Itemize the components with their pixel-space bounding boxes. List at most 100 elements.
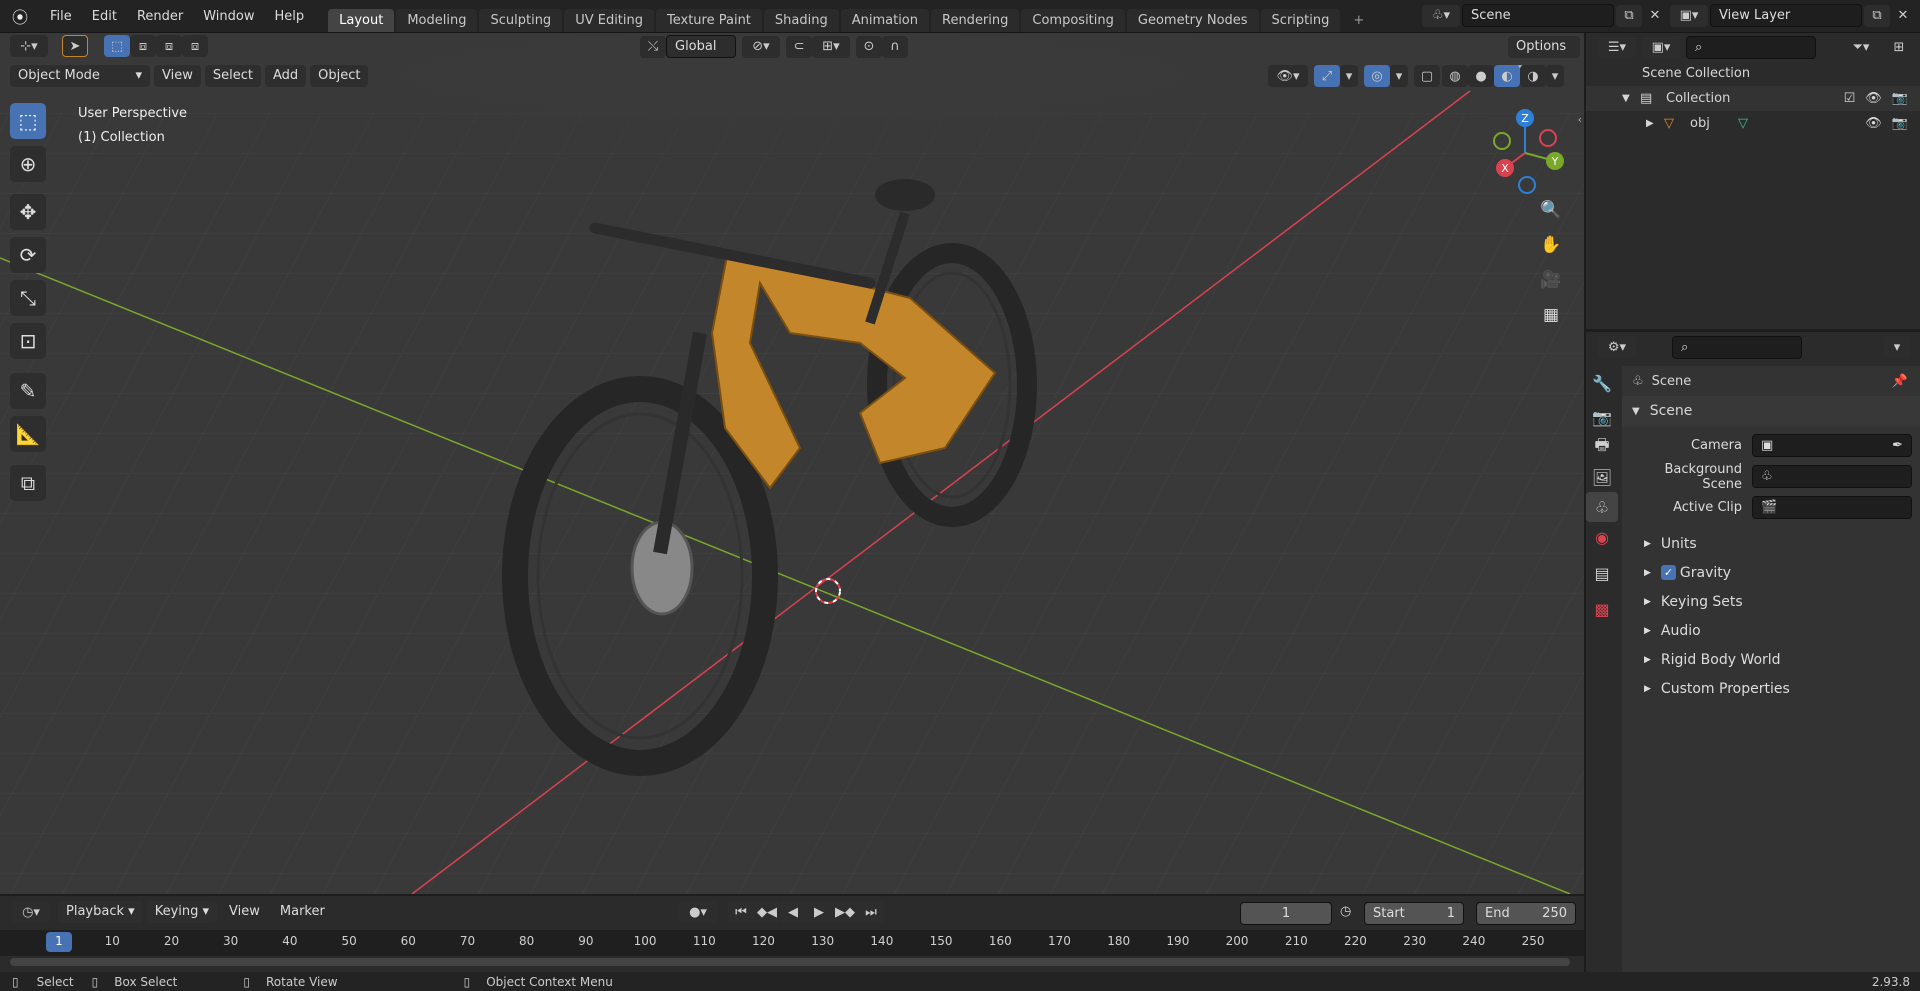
record-keyframe-icon[interactable]: ●▾: [678, 901, 718, 923]
gizmo-neg-y[interactable]: [1493, 132, 1511, 150]
pivot-point-icon[interactable]: ⊘▾: [742, 35, 780, 58]
tab-texture-paint[interactable]: Texture Paint: [656, 8, 762, 32]
tab-modeling[interactable]: Modeling: [396, 8, 478, 32]
shading-dropdown-icon[interactable]: ▾: [1546, 65, 1564, 87]
select-mode-extend-icon[interactable]: ⧈: [130, 35, 156, 57]
zoom-icon[interactable]: 🔍: [1536, 195, 1566, 225]
expand-arrow-icon[interactable]: ▶: [1646, 118, 1664, 129]
mesh-data-icon[interactable]: ▽: [1738, 116, 1748, 131]
select-mode-new-icon[interactable]: ⬚: [104, 35, 130, 57]
menu-add[interactable]: Add: [264, 65, 307, 87]
gravity-checkbox[interactable]: ✓: [1660, 565, 1676, 580]
view-layer-tab-icon[interactable]: 🖼: [1586, 462, 1618, 492]
menu-help[interactable]: Help: [265, 0, 315, 33]
new-collection-icon[interactable]: ⊞: [1886, 36, 1912, 58]
tab-compositing[interactable]: Compositing: [1021, 8, 1125, 32]
ortho-grid-icon[interactable]: ▦: [1536, 300, 1566, 330]
falloff-icon[interactable]: ∩: [882, 35, 908, 58]
scale-tool[interactable]: ⤡: [10, 280, 46, 316]
overlays-toggle-icon[interactable]: ◎: [1364, 65, 1390, 87]
view-layer-field[interactable]: View Layer: [1710, 4, 1862, 27]
start-frame-field[interactable]: Start 1: [1364, 902, 1464, 925]
tab-geometry-nodes[interactable]: Geometry Nodes: [1126, 8, 1259, 32]
jump-next-keyframe-icon[interactable]: ▶◆: [832, 901, 858, 923]
texture-tab-icon[interactable]: ▩: [1586, 594, 1618, 624]
display-mode-icon[interactable]: ▣▾: [1642, 36, 1680, 58]
outliner-search-input[interactable]: ⌕: [1686, 35, 1816, 59]
menu-edit[interactable]: Edit: [82, 0, 127, 33]
new-view-layer-icon[interactable]: ⧉: [1864, 4, 1890, 27]
timeline-editor-type-icon[interactable]: ◷▾: [12, 901, 50, 923]
outliner-row-scene-collection[interactable]: Scene Collection: [1586, 61, 1920, 86]
render-tab-icon[interactable]: 📷: [1586, 402, 1618, 432]
current-frame-field[interactable]: 1: [1240, 902, 1332, 925]
jump-prev-keyframe-icon[interactable]: ◆◀: [754, 901, 780, 923]
gizmo-toggle-icon[interactable]: ⤢: [1314, 65, 1340, 87]
proportional-edit-icon[interactable]: ⊙: [856, 35, 882, 58]
editor-type-icon[interactable]: ⊹▾: [10, 35, 48, 57]
navigation-gizmo[interactable]: Z Y X: [1480, 103, 1580, 203]
transform-orientation-icon[interactable]: ⤯: [640, 35, 666, 58]
tab-animation[interactable]: Animation: [840, 8, 929, 32]
menu-object[interactable]: Object: [310, 65, 369, 87]
outliner-row-obj[interactable]: ▶ ▽ obj ▽ 👁 📷: [1586, 111, 1920, 136]
select-tool-icon[interactable]: ➤: [62, 35, 88, 57]
add-workspace-button[interactable]: +: [1342, 9, 1375, 32]
subpanel-rigid-body-world[interactable]: ▶ Rigid Body World: [1622, 645, 1920, 674]
scene-panel-header[interactable]: ▼ Scene: [1622, 396, 1920, 426]
menu-view[interactable]: View: [154, 65, 201, 87]
render-camera-icon[interactable]: 📷: [1892, 116, 1908, 131]
new-scene-icon[interactable]: ⧉: [1616, 4, 1642, 27]
subpanel-keying-sets[interactable]: ▶ Keying Sets: [1622, 587, 1920, 616]
select-box-tool[interactable]: ⬚: [10, 103, 46, 139]
menu-timeline-view[interactable]: View: [221, 901, 268, 923]
tab-shading[interactable]: Shading: [763, 8, 839, 32]
options-dropdown[interactable]: Options ▾: [1508, 36, 1580, 76]
filter-icon[interactable]: ⏷▾: [1842, 36, 1880, 58]
properties-editor-type-icon[interactable]: ⚙▾: [1598, 336, 1636, 358]
collection-tab-icon[interactable]: ▤: [1586, 558, 1618, 588]
menu-marker[interactable]: Marker: [272, 901, 333, 923]
menu-file[interactable]: File: [40, 0, 82, 33]
subpanel-audio[interactable]: ▶ Audio: [1622, 616, 1920, 645]
eyedropper-icon[interactable]: ✒: [1892, 435, 1903, 456]
menu-window[interactable]: Window: [193, 0, 264, 33]
menu-render[interactable]: Render: [127, 0, 193, 33]
measure-tool[interactable]: 📐: [10, 416, 46, 452]
pan-hand-icon[interactable]: ✋: [1536, 230, 1566, 260]
jump-end-icon[interactable]: ⏭: [858, 901, 884, 923]
scene-icon[interactable]: ♧▾: [1422, 4, 1460, 27]
snap-icon[interactable]: ⊂: [786, 35, 812, 58]
play-reverse-icon[interactable]: ◀: [780, 901, 806, 923]
tool-tab-icon[interactable]: 🔧: [1586, 368, 1618, 398]
background-scene-field[interactable]: ♧: [1752, 465, 1912, 488]
properties-options-icon[interactable]: ▾: [1884, 336, 1910, 358]
gizmo-dropdown-icon[interactable]: ▾: [1340, 65, 1358, 87]
camera-view-icon[interactable]: 🎥: [1536, 265, 1566, 295]
outliner-editor-type-icon[interactable]: ☰▾: [1598, 36, 1636, 58]
overlays-dropdown-icon[interactable]: ▾: [1390, 65, 1408, 87]
menu-select[interactable]: Select: [204, 65, 261, 87]
menu-keying[interactable]: Keying ▾: [146, 901, 218, 923]
gizmo-neg-z[interactable]: [1518, 176, 1536, 194]
expand-arrow-icon[interactable]: ▼: [1622, 93, 1640, 104]
transform-orientation-select[interactable]: Global: [666, 35, 736, 58]
annotate-tool[interactable]: ✎: [10, 373, 46, 409]
sidebar-toggle-icon[interactable]: ‹: [1578, 113, 1582, 126]
mode-selector[interactable]: Object Mode ▾: [10, 65, 150, 87]
camera-field[interactable]: ▣ ✒: [1752, 434, 1912, 457]
subpanel-custom-properties[interactable]: ▶ Custom Properties: [1622, 674, 1920, 703]
render-camera-icon[interactable]: 📷: [1892, 91, 1908, 106]
delete-view-layer-icon[interactable]: ✕: [1890, 5, 1916, 27]
exclude-checkbox[interactable]: ☑: [1844, 91, 1856, 106]
scene-name-field[interactable]: Scene: [1462, 4, 1614, 27]
tab-layout[interactable]: Layout: [328, 8, 395, 32]
snap-target-icon[interactable]: ⊞▾: [812, 35, 850, 58]
world-tab-icon[interactable]: ◉: [1586, 522, 1618, 552]
timeline-scrollbar[interactable]: [10, 958, 1570, 966]
visibility-eye-icon[interactable]: 👁: [1865, 91, 1882, 106]
pin-icon[interactable]: 📌: [1892, 374, 1908, 389]
tab-uv-editing[interactable]: UV Editing: [564, 8, 655, 32]
xray-icon[interactable]: ▢: [1414, 65, 1440, 87]
subpanel-gravity[interactable]: ▶ ✓ Gravity: [1622, 558, 1920, 587]
